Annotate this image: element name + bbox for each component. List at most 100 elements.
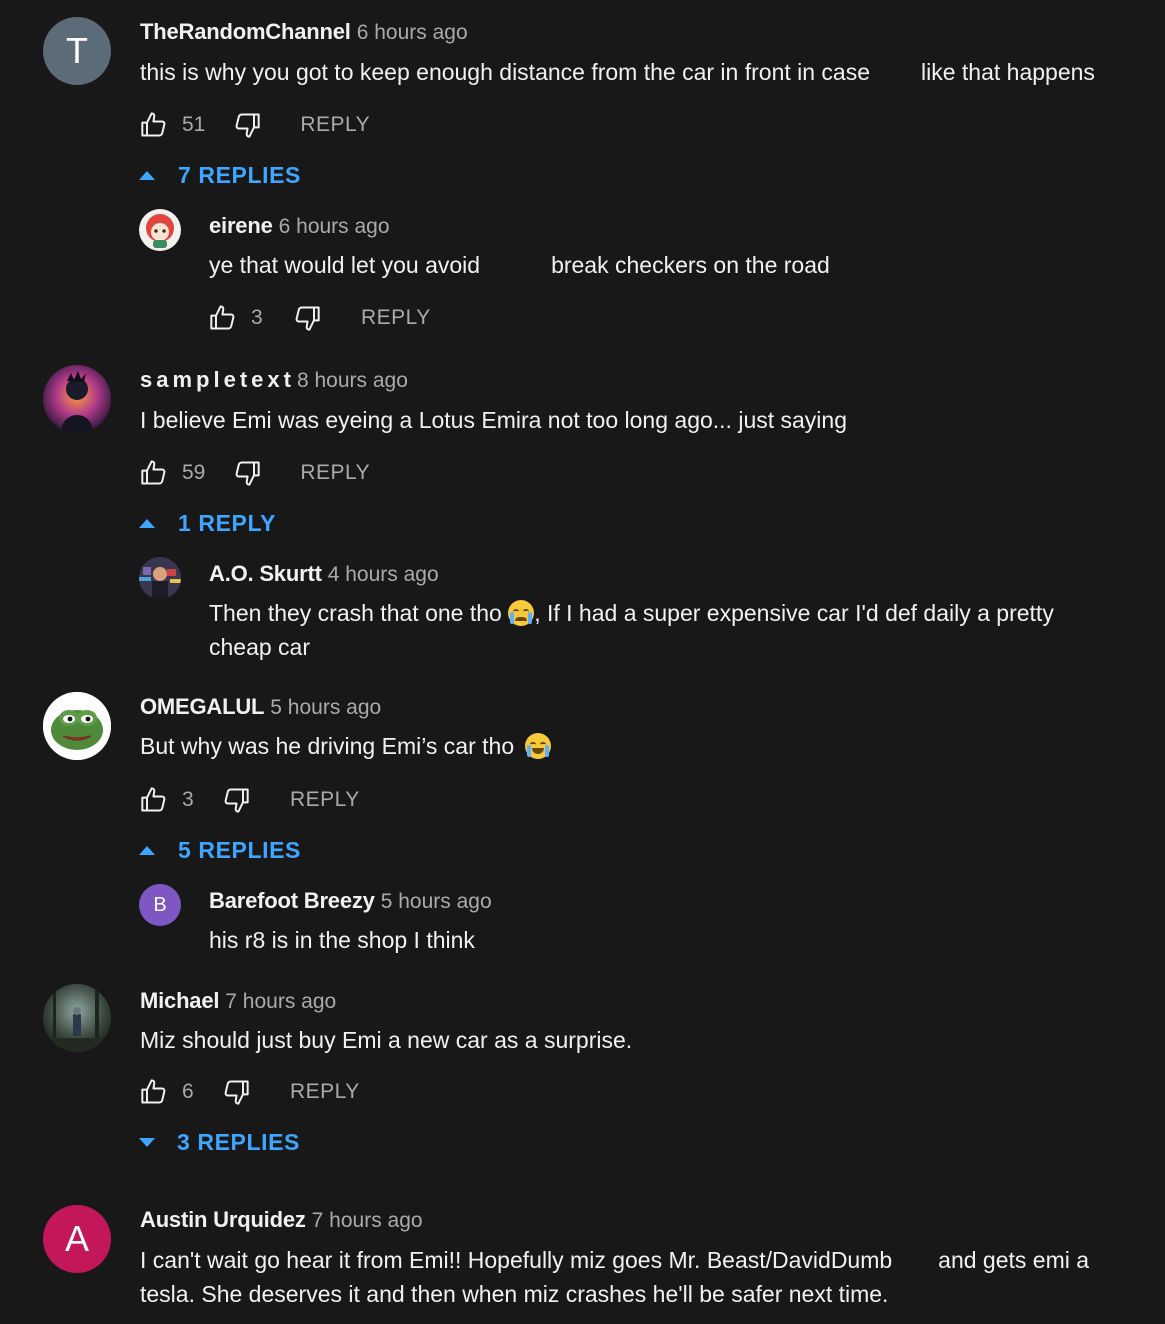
like-count: 3 xyxy=(251,306,263,329)
reply-author[interactable]: eirene xyxy=(209,213,273,238)
avatar[interactable] xyxy=(43,692,111,760)
dislike-button[interactable] xyxy=(293,304,321,332)
reply-author[interactable]: A.O. Skurtt xyxy=(209,561,322,586)
comment-text-line2: tesla. She deserves it and then when miz… xyxy=(140,1281,889,1307)
comment-text: Miz should just buy Emi a new car as a s… xyxy=(140,1027,633,1053)
comment-author[interactable]: sampletext xyxy=(140,367,295,392)
thumbs-up-icon xyxy=(141,1079,166,1104)
avatar[interactable] xyxy=(139,209,181,251)
comment-time[interactable]: 6 hours ago xyxy=(357,21,468,44)
like-count: 6 xyxy=(182,1080,194,1103)
replies-toggle[interactable]: 3 REPLIES xyxy=(139,1129,300,1156)
thumbs-down-icon xyxy=(235,113,261,138)
like-button[interactable] xyxy=(140,111,168,139)
reply-time[interactable]: 4 hours ago xyxy=(328,563,439,586)
comment-header: sampletext8 hours ago xyxy=(140,367,408,394)
reply-button[interactable]: REPLY xyxy=(361,306,431,330)
thumbs-up-icon xyxy=(210,305,235,330)
reply-button[interactable]: REPLY xyxy=(290,788,360,812)
reply-header: A.O. Skurtt 4 hours ago xyxy=(209,561,439,588)
comment-header: OMEGALUL 5 hours ago xyxy=(140,694,381,721)
reply-text-part: Then they crash that one tho xyxy=(209,600,502,626)
replies-toggle-label: 5 REPLIES xyxy=(178,837,301,863)
replies-toggle[interactable]: 5 REPLIES xyxy=(139,837,301,864)
dislike-button[interactable] xyxy=(233,111,261,139)
comment-header: Michael 7 hours ago xyxy=(140,988,336,1015)
thumbs-up-icon xyxy=(141,787,166,812)
thumbs-down-icon xyxy=(295,306,320,331)
reply-header: eirene 6 hours ago xyxy=(209,213,390,240)
reply-author[interactable]: Barefoot Breezy xyxy=(209,888,375,913)
replies-toggle-label: 3 REPLIES xyxy=(177,1129,300,1155)
caret-up-icon xyxy=(139,519,155,528)
comment-text-part: But why was he driving Emi’s car tho xyxy=(140,733,515,759)
comment-actions: 6 REPLY xyxy=(140,1077,360,1107)
avatar-letter: B xyxy=(153,893,167,916)
reply-button[interactable]: REPLY xyxy=(290,1080,360,1104)
like-button[interactable] xyxy=(140,786,168,814)
comment-time[interactable]: 8 hours ago xyxy=(297,369,408,392)
caret-up-icon xyxy=(139,846,155,855)
reply-time[interactable]: 5 hours ago xyxy=(381,890,492,913)
comment-author[interactable]: TheRandomChannel xyxy=(140,19,351,44)
like-button[interactable] xyxy=(209,304,237,332)
like-button[interactable] xyxy=(140,459,168,487)
comment-actions: 3 REPLY xyxy=(140,785,360,815)
comment-text: this is why you got to keep enough dista… xyxy=(140,55,1095,89)
like-count: 51 xyxy=(182,113,206,136)
thumbs-down-icon xyxy=(235,461,261,486)
comment-text-part: and gets emi a xyxy=(938,1247,1090,1273)
crying-face-icon xyxy=(508,600,535,626)
comment-header: Austin Urquidez 7 hours ago xyxy=(140,1207,423,1234)
comment-text-part: this is why you got to keep enough dista… xyxy=(140,59,871,85)
comment-author[interactable]: Austin Urquidez xyxy=(140,1207,306,1232)
reply-button[interactable]: REPLY xyxy=(300,113,370,137)
like-count: 59 xyxy=(182,461,206,484)
reply-time[interactable]: 6 hours ago xyxy=(279,215,390,238)
comment-actions: 51 REPLY xyxy=(140,110,370,140)
like-button[interactable] xyxy=(140,1078,168,1106)
comment-actions: 59 REPLY xyxy=(140,458,370,488)
replies-toggle-label: 1 REPLY xyxy=(178,510,276,536)
comment-author[interactable]: OMEGALUL xyxy=(140,694,264,719)
comment-text: But why was he driving Emi’s car tho xyxy=(140,729,551,763)
comment-time[interactable]: 7 hours ago xyxy=(225,990,336,1013)
like-count: 3 xyxy=(182,788,194,811)
thumbs-up-icon xyxy=(141,112,166,137)
comment-time[interactable]: 7 hours ago xyxy=(312,1209,423,1232)
avatar-image xyxy=(43,984,111,1052)
replies-toggle[interactable]: 7 REPLIES xyxy=(139,162,301,189)
avatar-image xyxy=(146,214,174,248)
replies-toggle-label: 7 REPLIES xyxy=(178,162,301,188)
reply-button[interactable]: REPLY xyxy=(300,461,370,485)
thumbs-down-icon xyxy=(224,788,249,813)
avatar-letter: T xyxy=(66,30,88,71)
avatar-letter: A xyxy=(64,1218,89,1259)
comment-header: TheRandomChannel 6 hours ago xyxy=(140,19,468,46)
caret-down-icon xyxy=(139,1138,155,1147)
laughing-face-icon xyxy=(524,733,551,759)
reply-text-part: break checkers on the road xyxy=(551,252,830,278)
avatar[interactable]: T xyxy=(43,17,111,85)
reply-text-line2: cheap car xyxy=(209,634,311,660)
avatar-image xyxy=(43,692,111,760)
dislike-button[interactable] xyxy=(233,459,261,487)
avatar[interactable] xyxy=(43,365,111,433)
reply-actions: 3 REPLY xyxy=(209,303,431,333)
comment-author[interactable]: Michael xyxy=(140,988,219,1013)
avatar[interactable]: B xyxy=(139,884,181,926)
reply-text: ye that would let you avoid break checker… xyxy=(209,248,830,282)
dislike-button[interactable] xyxy=(222,1078,250,1106)
avatar[interactable]: A xyxy=(43,1205,111,1273)
dislike-button[interactable] xyxy=(222,786,250,814)
thumbs-down-icon xyxy=(224,1080,249,1105)
replies-toggle[interactable]: 1 REPLY xyxy=(139,510,276,537)
comment-text-part: like that happens xyxy=(921,59,1095,85)
comment-time[interactable]: 5 hours ago xyxy=(270,696,381,719)
avatar[interactable] xyxy=(43,984,111,1052)
comment-text: I believe Emi was eyeing a Lotus Emira n… xyxy=(140,407,848,433)
reply-header: Barefoot Breezy 5 hours ago xyxy=(209,888,492,915)
reply-text-part: , If I had a super expensive car I'd def… xyxy=(534,600,1054,626)
reply-text-part: ye that would let you avoid xyxy=(209,252,481,278)
avatar[interactable] xyxy=(139,557,181,599)
